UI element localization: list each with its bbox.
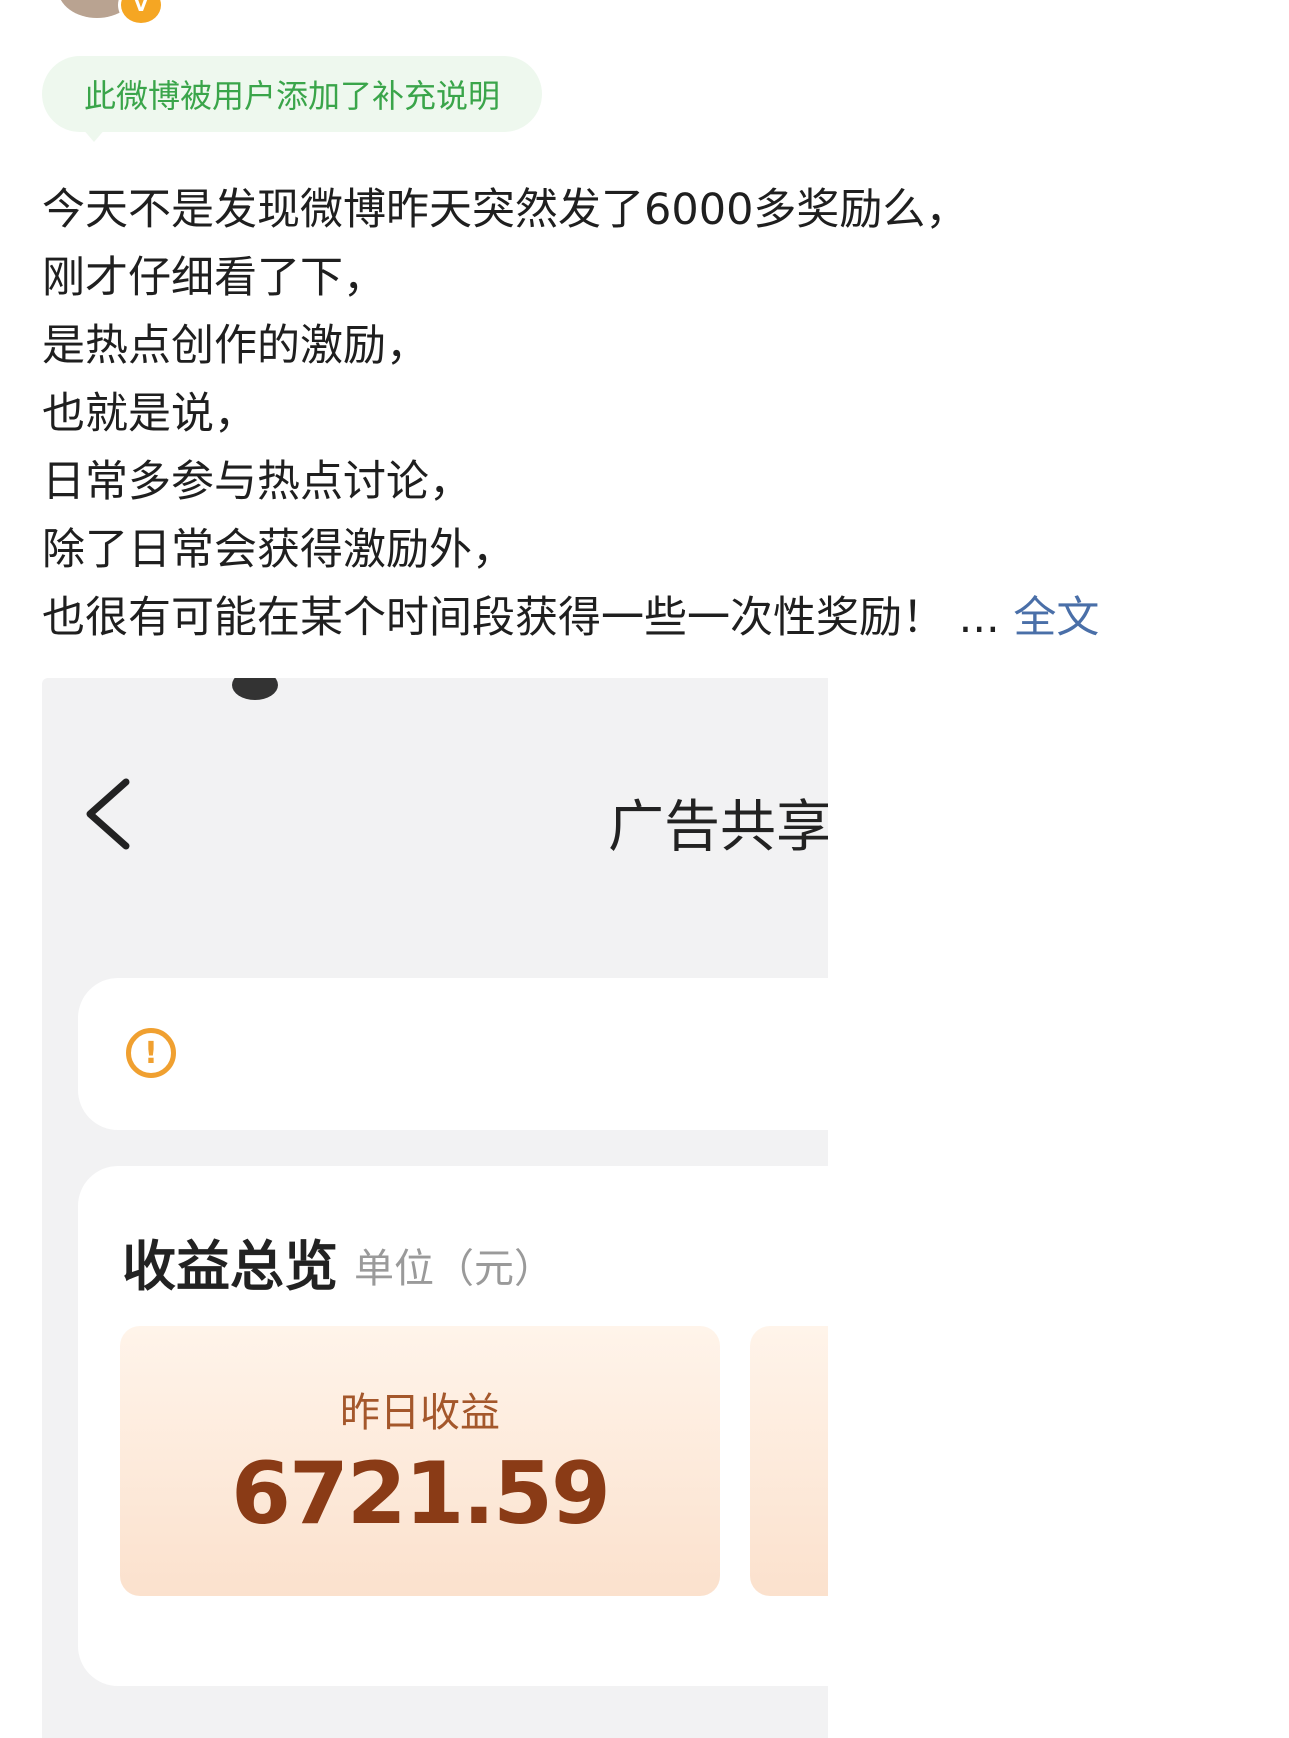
warning-icon: ! (126, 1028, 176, 1078)
notice-tail (82, 128, 106, 142)
supplement-notice-text: 此微博被用户添加了补充说明 (84, 77, 501, 115)
next-earnings-box (750, 1326, 828, 1596)
read-more-link[interactable]: 全文 (1013, 593, 1099, 643)
back-arrow-icon (86, 778, 130, 850)
yesterday-earnings-box: 昨日收益 6721.59 (120, 1326, 720, 1596)
post-line: 刚才仔细看了下， (42, 253, 386, 303)
ellipsis: ... (945, 593, 1014, 643)
alert-card: ! (78, 978, 828, 1130)
yesterday-earnings-value: 6721.59 (231, 1444, 611, 1544)
earnings-overview-card: 收益总览 单位（元） 昨日收益 6721.59 (78, 1166, 828, 1686)
post-line: 今天不是发现微博昨天突然发了6000多奖励么， (42, 185, 969, 235)
post-body: 今天不是发现微博昨天突然发了6000多奖励么， 刚才仔细看了下， 是热点创作的激… (42, 176, 1242, 652)
message-bubble-icon (232, 678, 278, 700)
verified-badge-icon: V (118, 0, 164, 26)
earnings-title: 收益总览 (122, 1235, 338, 1298)
page-title: 广告共享 (608, 795, 828, 860)
post-line: 是热点创作的激励， (42, 321, 429, 371)
earnings-unit: 单位（元） (354, 1246, 554, 1292)
post-image[interactable]: 广告共享 ! 收益总览 单位（元） 昨日收益 6721.59 (42, 678, 828, 1738)
post-line-text: 也很有可能在某个时间段获得一些一次性奖励！ (42, 593, 945, 643)
post-line: 日常多参与热点讨论， (42, 457, 472, 507)
post-line: 除了日常会获得激励外， (42, 525, 515, 575)
post-line-last: 也很有可能在某个时间段获得一些一次性奖励！ ... 全文 (42, 584, 1242, 652)
post-line: 也就是说， (42, 389, 257, 439)
supplement-notice[interactable]: 此微博被用户添加了补充说明 (42, 56, 543, 132)
yesterday-earnings-label: 昨日收益 (340, 1390, 500, 1436)
